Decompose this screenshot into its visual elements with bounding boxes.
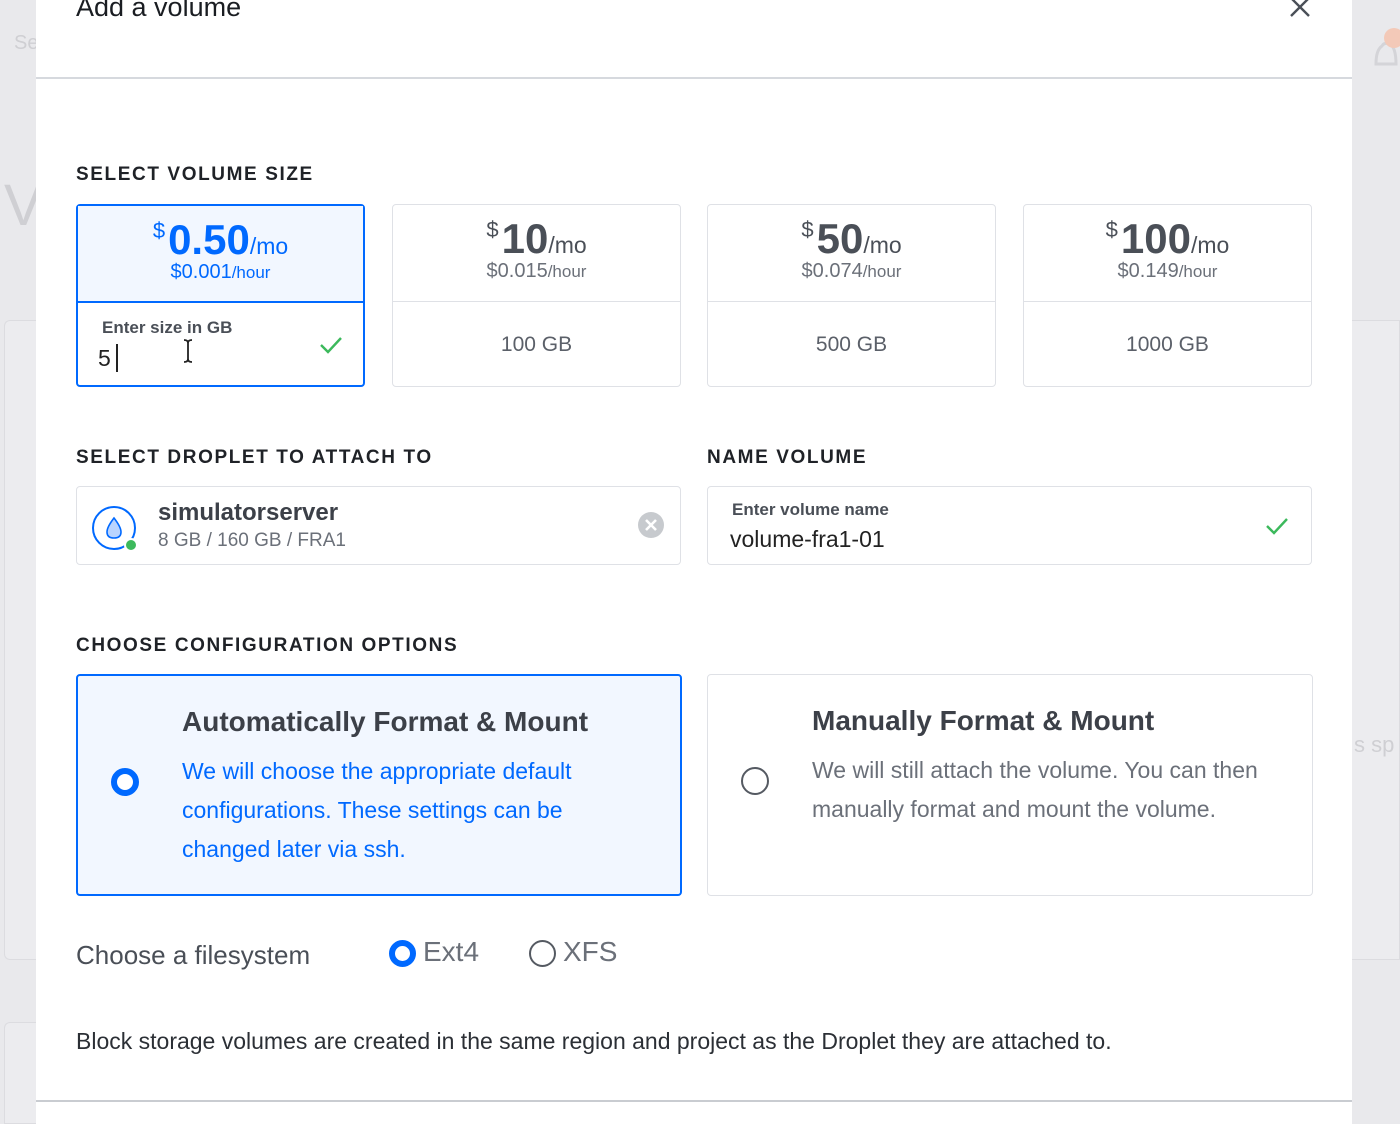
clear-icon[interactable] <box>637 511 665 539</box>
size-option-500gb[interactable]: $50/mo $0.074/hour 500 GB <box>707 204 996 387</box>
hourly-amount: $0.074 <box>801 260 863 282</box>
price-area: $50/mo $0.074/hour <box>708 205 995 302</box>
config-title: Manually Format & Mount <box>812 705 1155 736</box>
radio-manual[interactable] <box>741 767 769 795</box>
filesystem-label: Choose a filesystem <box>76 940 311 970</box>
droplet-section-label: SELECT DROPLET TO ATTACH TO <box>76 447 433 468</box>
name-section-label: NAME VOLUME <box>707 447 868 468</box>
config-section-label: CHOOSE CONFIGURATION OPTIONS <box>76 635 459 656</box>
droplet-name: simulatorserver <box>158 499 339 526</box>
size-gb: 100 GB <box>500 333 573 356</box>
volume-name-label: Enter volume name <box>732 500 889 519</box>
hourly-amount: $0.149 <box>1117 260 1179 282</box>
hourly-unit: /hour <box>1178 262 1218 281</box>
size-gb: 1000 GB <box>1126 333 1209 356</box>
price-amount: 10 <box>501 215 549 262</box>
volume-name-field: Enter volume name <box>707 486 1312 565</box>
droplet-spec: 8 GB / 160 GB / FRA1 <box>158 530 346 551</box>
bell-icon <box>1374 28 1400 66</box>
price-period: /mo <box>863 232 902 258</box>
monthly-price: $100/mo <box>1024 215 1311 263</box>
background-text-fragment: s sp <box>1354 732 1395 757</box>
volume-name-input[interactable] <box>730 524 1210 554</box>
price-period: /mo <box>249 233 289 259</box>
hourly-unit: /hour <box>547 262 587 281</box>
info-text: Block storage volumes are created in the… <box>76 1028 1112 1054</box>
background-card <box>4 320 36 960</box>
size-gb: 500 GB <box>815 333 888 356</box>
custom-size-input[interactable] <box>98 342 298 374</box>
hourly-price: $0.015/hour <box>393 260 680 283</box>
config-description: We will still attach the volume. You can… <box>812 757 1258 822</box>
radio-xfs[interactable] <box>529 940 556 967</box>
config-description: We will choose the appropriate default c… <box>182 758 572 862</box>
config-option-automatic[interactable]: Automatically Format & Mount We will cho… <box>76 674 682 896</box>
modal-title: Add a volume <box>76 0 242 22</box>
filesystem-option-xfs[interactable]: XFS <box>529 934 639 974</box>
filesystem-option-label: Ext4 <box>423 936 480 967</box>
size-option-1000gb[interactable]: $100/mo $0.149/hour 1000 GB <box>1023 204 1312 387</box>
size-option-custom[interactable]: $0.50/mo $0.001/hour Enter size in GB <box>76 204 365 387</box>
modal-footer-divider <box>36 1100 1352 1102</box>
modal-header: Add a volume <box>36 0 1352 79</box>
hourly-amount: $0.015 <box>486 260 548 282</box>
price-amount: 100 <box>1120 215 1191 262</box>
hourly-unit: /hour <box>862 262 902 281</box>
filesystem-option-ext4[interactable]: Ext4 <box>389 934 499 974</box>
currency-symbol: $ <box>801 217 814 242</box>
droplet-select[interactable]: simulatorserver 8 GB / 160 GB / FRA1 <box>76 486 681 565</box>
background-card-lower <box>4 1022 36 1124</box>
check-icon <box>320 337 342 354</box>
hourly-amount: $0.001 <box>170 261 232 283</box>
close-icon[interactable] <box>1284 0 1314 24</box>
currency-symbol: $ <box>486 217 499 242</box>
price-period: /mo <box>548 232 587 258</box>
size-section-label: SELECT VOLUME SIZE <box>76 164 314 185</box>
price-amount: 0.50 <box>168 216 250 263</box>
size-option-100gb[interactable]: $10/mo $0.015/hour 100 GB <box>392 204 681 387</box>
check-icon <box>1266 518 1288 535</box>
currency-symbol: $ <box>1105 217 1118 242</box>
droplet-icon <box>92 506 138 552</box>
radio-automatic[interactable] <box>111 768 139 796</box>
custom-size-label: Enter size in GB <box>102 318 233 337</box>
background-search-fragment: Se <box>14 32 39 54</box>
config-option-manual[interactable]: Manually Format & Mount We will still at… <box>707 674 1313 896</box>
monthly-price: $50/mo <box>708 215 995 263</box>
currency-symbol: $ <box>152 218 166 243</box>
config-title: Automatically Format & Mount <box>182 706 589 737</box>
price-amount: 50 <box>816 215 864 262</box>
price-area: $0.50/mo $0.001/hour <box>78 206 363 303</box>
filesystem-option-label: XFS <box>563 936 618 967</box>
text-caret <box>116 344 118 372</box>
text-cursor-icon <box>183 339 193 363</box>
hourly-price: $0.074/hour <box>708 260 995 283</box>
price-period: /mo <box>1190 232 1230 258</box>
hourly-price: $0.149/hour <box>1024 260 1311 283</box>
price-area: $100/mo $0.149/hour <box>1024 205 1311 302</box>
monthly-price: $0.50/mo <box>78 216 363 264</box>
hourly-price: $0.001/hour <box>78 261 363 284</box>
background-card-right <box>1352 320 1400 960</box>
monthly-price: $10/mo <box>393 215 680 263</box>
hourly-unit: /hour <box>231 263 271 282</box>
radio-ext4[interactable] <box>389 940 416 967</box>
price-area: $10/mo $0.015/hour <box>393 205 680 302</box>
